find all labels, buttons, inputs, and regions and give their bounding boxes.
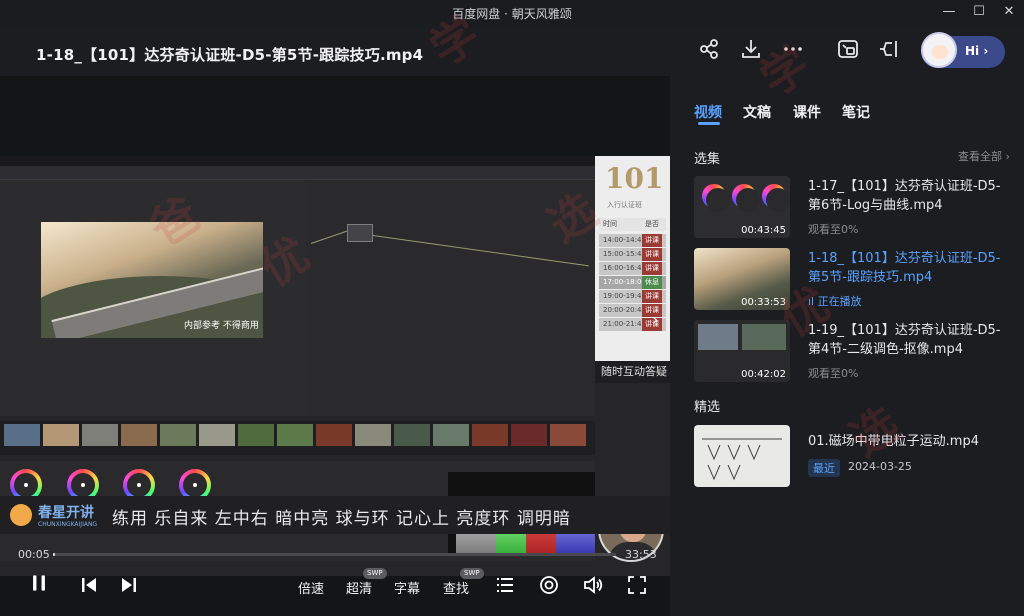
clip-thumbnail <box>277 424 313 446</box>
see-all-link[interactable]: 查看全部 › <box>958 148 1010 164</box>
episode-thumbnail[interactable]: 00:42:02 <box>694 320 790 382</box>
node-editor <box>305 180 595 416</box>
episode-thumbnail-active[interactable]: 00:33:53 <box>694 248 790 310</box>
episode-progress: 观看至0% <box>808 223 859 236</box>
episode-duration: 00:43:45 <box>741 225 786 236</box>
assistant-label: Hi › <box>965 44 989 58</box>
episode-thumbnail[interactable]: 00:43:45 <box>694 176 790 238</box>
episodes-heading: 选集 <box>694 152 721 167</box>
record-icon[interactable] <box>538 574 560 596</box>
brand-subtitle: CHUNXINGKAIJIANG <box>38 521 98 528</box>
ticker-text: 练用 乐自来 左中右 暗中亮 球与环 记心上 亮度环 调明暗 <box>112 509 571 529</box>
player-header: 1-18_【101】达芬奇认证班-D5-第5节-跟踪技巧.mp4 Hi › <box>0 26 1024 76</box>
clip-thumbnail <box>82 424 118 446</box>
search-button[interactable]: 查找 <box>443 578 469 597</box>
current-time: 00:05 <box>18 548 50 561</box>
previous-icon[interactable] <box>78 574 100 596</box>
progress-bar[interactable] <box>53 553 616 556</box>
assistant-button[interactable]: Hi › <box>921 32 1005 68</box>
viewer-caption: 内部参考 不得商用 <box>184 321 259 331</box>
episode-title[interactable]: 1-17_【101】达芬奇认证班-D5-第6节-Log与曲线.mp4 <box>808 177 1004 215</box>
tab-underline <box>698 122 720 125</box>
interact-banner: 随时互动答疑 <box>595 361 670 383</box>
schedule-row: 16:00-16:45 讲课 <box>599 262 666 275</box>
tab-video[interactable]: 视频 <box>694 102 722 122</box>
now-playing-icon: ıl <box>808 295 818 308</box>
quality-button[interactable]: 超清 <box>346 578 372 597</box>
speed-button[interactable]: 倍速 <box>298 578 324 597</box>
episode-progress: 观看至0% <box>808 367 859 380</box>
clip-thumbnail <box>316 424 352 446</box>
video-area[interactable]: 内部参考 不得商用 101 入行认证班 时间 是否 14:00-14:45 讲课 1… <box>0 6 670 616</box>
picture-in-picture-icon[interactable] <box>835 36 861 62</box>
next-slide-arrow[interactable]: › <box>652 310 658 329</box>
clip-thumbnail <box>550 424 586 446</box>
close-button[interactable]: ✕ <box>998 2 1020 22</box>
brand-name: 春星开讲 <box>38 505 94 521</box>
subtitle-button[interactable]: 字幕 <box>394 578 420 597</box>
assistant-avatar <box>921 32 957 68</box>
volume-icon[interactable] <box>582 574 604 596</box>
clip-thumbnail <box>160 424 196 446</box>
tab-courseware[interactable]: 课件 <box>793 102 821 122</box>
playlist-icon[interactable] <box>494 574 516 596</box>
quality-badge: SWP <box>363 568 387 579</box>
clip-thumbnail <box>43 424 79 446</box>
resolve-viewer: 内部参考 不得商用 <box>0 180 305 416</box>
featured-date: 2024-03-25 <box>848 460 912 473</box>
subtitle-ticker: 春星开讲 CHUNXINGKAIJIANG 练用 乐自来 左中右 暗中亮 球与环… <box>0 496 670 534</box>
clip-thumbnail <box>199 424 235 446</box>
total-time: 33:53 <box>625 548 657 561</box>
maximize-button[interactable]: ☐ <box>968 2 990 22</box>
tab-transcript[interactable]: 文稿 <box>743 102 771 122</box>
clip-thumbnail <box>472 424 508 446</box>
clip-thumbnail <box>4 424 40 446</box>
more-icon[interactable] <box>780 36 806 62</box>
pause-icon[interactable] <box>28 572 54 598</box>
episode-duration: 00:33:53 <box>741 297 786 308</box>
schedule-row: 15:00-15:45 讲课 <box>599 248 666 261</box>
clip-thumbnail <box>355 424 391 446</box>
color-node <box>347 224 373 242</box>
clip-thumbnail <box>394 424 430 446</box>
brand-logo-icon <box>10 504 32 526</box>
featured-title[interactable]: 01.磁场中带电粒子运动.mp4 <box>808 432 1004 451</box>
schedule-row: 17:00-18:00 休息 <box>599 276 666 289</box>
schedule-subtitle: 入行认证班 <box>607 201 642 209</box>
clip-thumbnail <box>238 424 274 446</box>
resolve-menu-bar <box>0 156 670 166</box>
clip-thumbnail <box>433 424 469 446</box>
playlist-panel: 视频 文稿 课件 笔记 选集 查看全部 › 00:43:45 1-17_【101… <box>670 36 1024 616</box>
clip-thumbnail <box>121 424 157 446</box>
minimize-button[interactable]: — <box>938 2 960 22</box>
clip-thumbnail <box>511 424 547 446</box>
resolve-toolbar <box>0 166 595 180</box>
video-title: 1-18_【101】达芬奇认证班-D5-第5节-跟踪技巧.mp4 <box>36 46 424 64</box>
schedule-row: 19:00-19:45 讲课 <box>599 290 666 303</box>
title-bar: 百度网盘 · 朝天风雅颂 — ☐ ✕ <box>0 0 1024 26</box>
schedule-logo: 101 <box>605 162 664 195</box>
course-schedule: 101 入行认证班 时间 是否 14:00-14:45 讲课 15:00-15:45… <box>595 156 670 361</box>
progress-fill <box>53 553 55 556</box>
app-title: 百度网盘 · 朝天风雅颂 <box>452 7 572 21</box>
download-icon[interactable] <box>738 36 764 62</box>
share-icon[interactable] <box>696 36 722 62</box>
episode-title[interactable]: 1-19_【101】达芬奇认证班-D5-第4节-二级调色-抠像.mp4 <box>808 321 1004 359</box>
tab-notes[interactable]: 笔记 <box>842 102 870 122</box>
episode-title-active[interactable]: 1-18_【101】达芬奇认证班-D5-第5节-跟踪技巧.mp4 <box>808 249 1004 287</box>
recent-badge: 最近 <box>808 459 840 477</box>
episode-duration: 00:42:02 <box>741 369 786 380</box>
featured-thumbnail[interactable] <box>694 425 790 487</box>
clip-thumbnail-strip <box>0 421 595 455</box>
schedule-row: 14:00-14:45 讲课 <box>599 234 666 247</box>
now-playing-status: ıl 正在播放 <box>808 295 862 308</box>
pin-icon[interactable] <box>876 36 902 62</box>
schedule-row: 时间 是否 <box>599 218 666 231</box>
next-icon[interactable] <box>118 574 140 596</box>
fullscreen-icon[interactable] <box>626 574 648 596</box>
watermark-glyph: 选 <box>840 396 909 467</box>
search-badge: SWP <box>460 568 484 579</box>
featured-heading: 精选 <box>694 400 721 415</box>
